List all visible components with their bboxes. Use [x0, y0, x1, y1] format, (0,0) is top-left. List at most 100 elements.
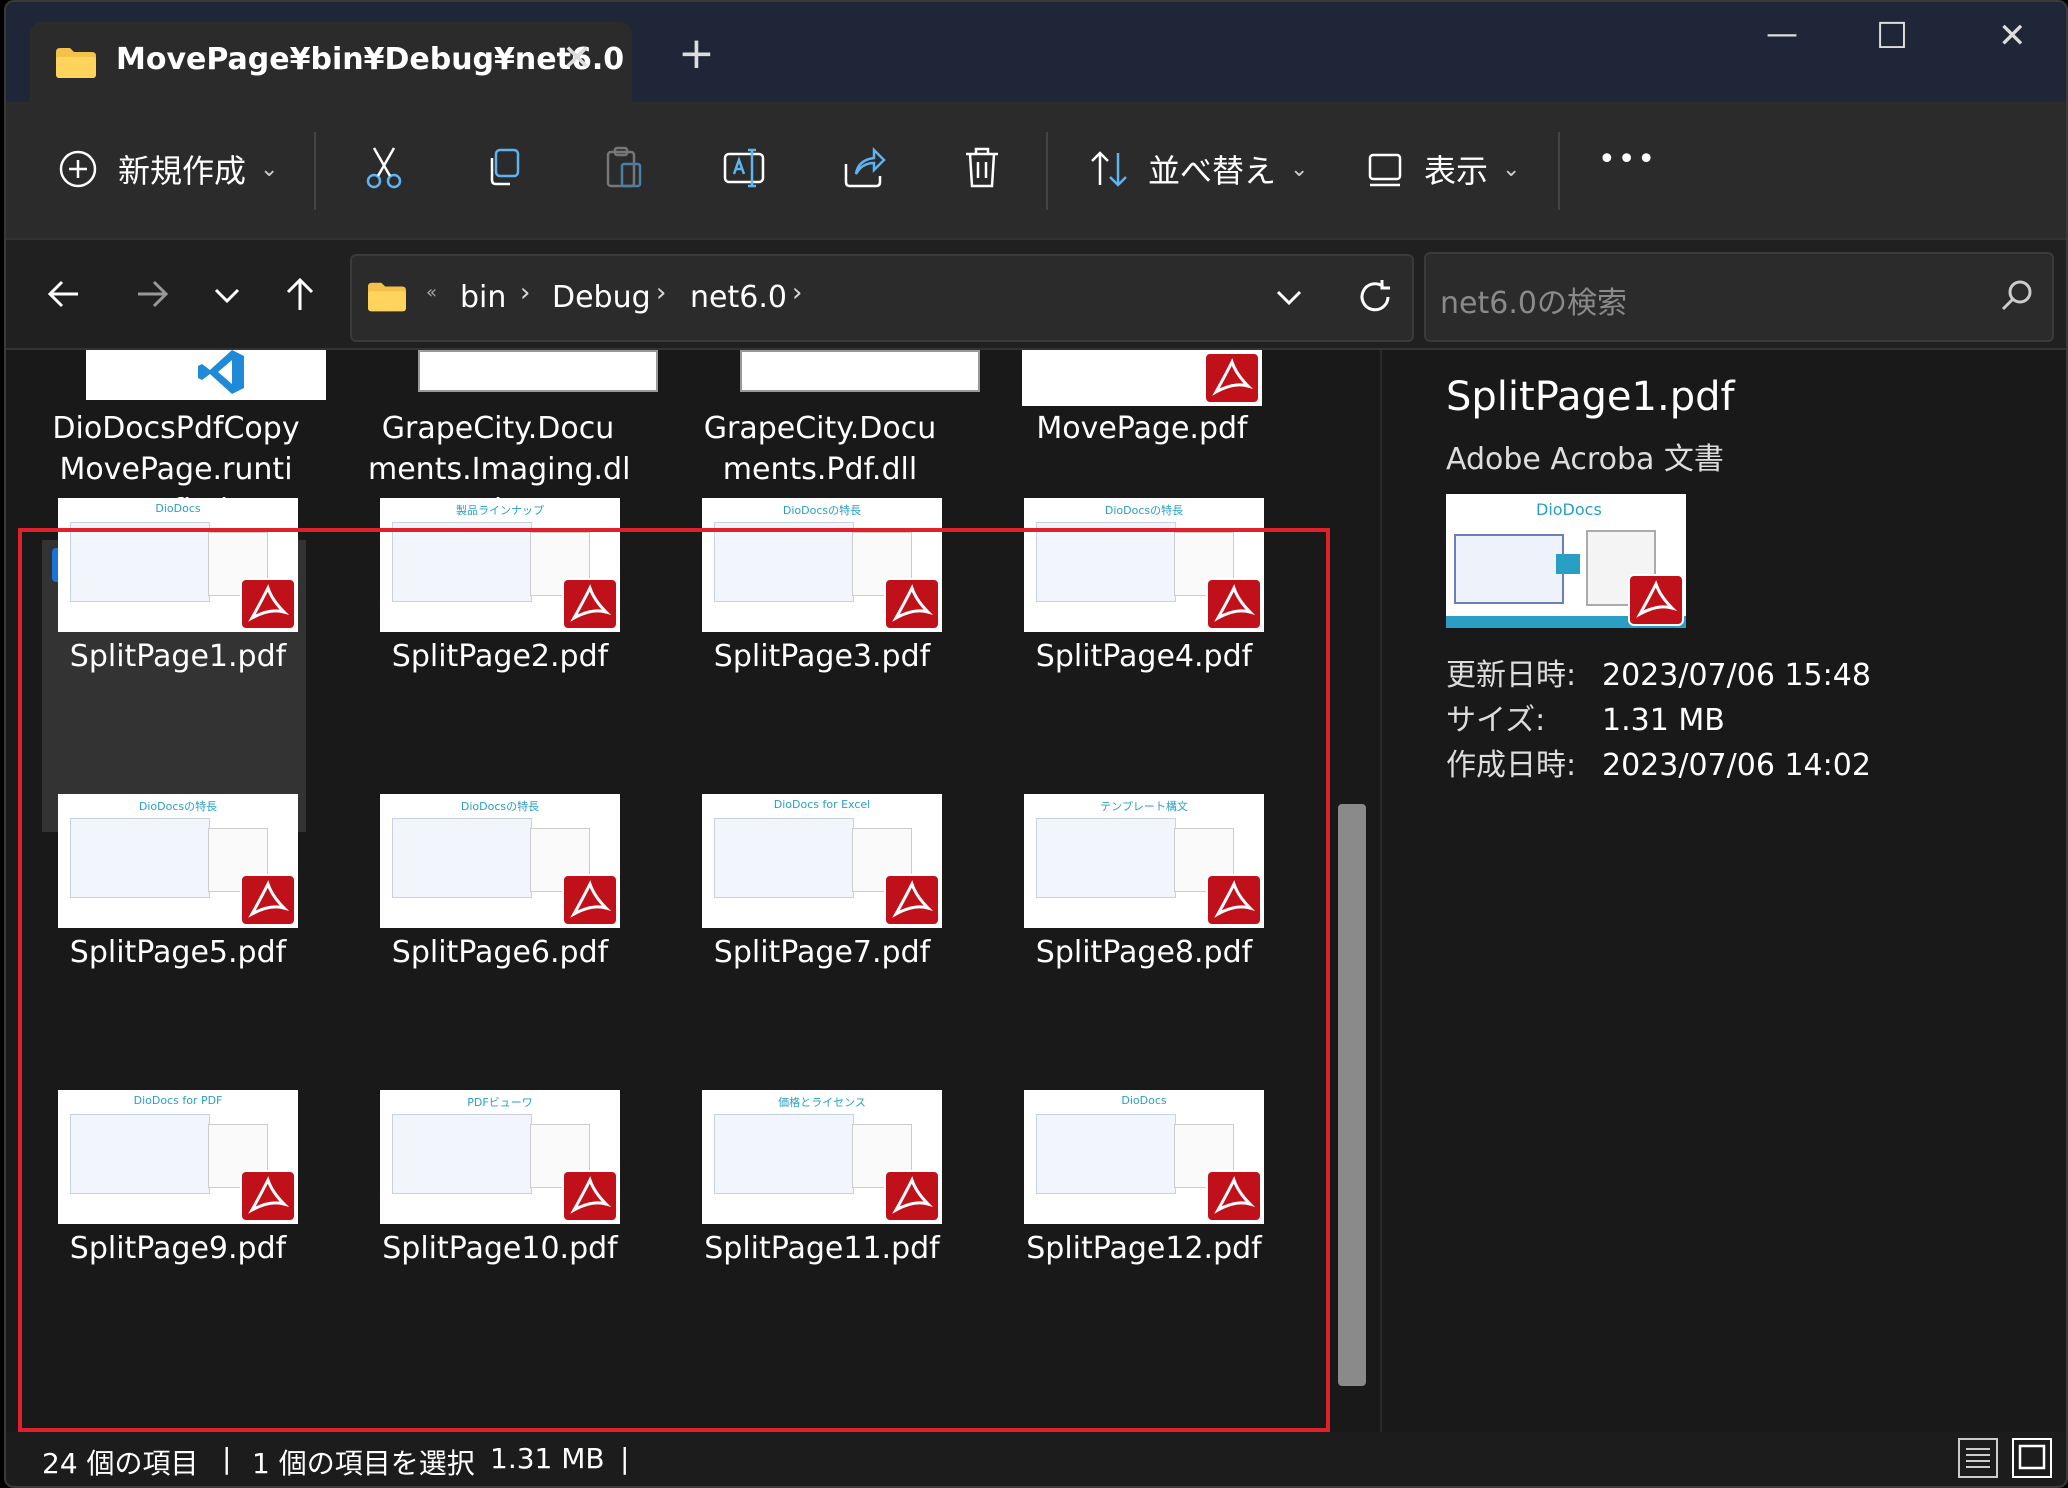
thumbnail-heading: 製品ラインナップ — [456, 504, 544, 517]
cut-icon — [366, 147, 402, 189]
file-name-line: MovePage.pdf — [1036, 411, 1248, 446]
file-name-line: GrapeCity.Docu — [381, 411, 615, 446]
item-count: 24 個の項目 — [42, 1447, 199, 1480]
view-button[interactable]: 表示 ⌄ — [1366, 146, 1520, 192]
close-tab-button[interactable]: ✕ — [562, 38, 592, 79]
dll-file-thumbnail[interactable] — [740, 350, 980, 392]
highlight-rectangle — [18, 528, 1330, 1432]
thumbnail-heading: DioDocsの特長 — [1104, 504, 1184, 517]
file-name-line: MovePage.runti — [59, 452, 293, 487]
sort-icon — [1091, 151, 1127, 187]
more-options-button[interactable]: ••• — [1598, 142, 1657, 177]
created-label: 作成日時: — [1446, 748, 1577, 783]
vscode-icon — [198, 350, 244, 394]
scrollbar-thumb[interactable] — [1338, 804, 1366, 1386]
view-icon — [1368, 153, 1402, 187]
breadcrumb-net60[interactable]: net6.0 — [690, 280, 787, 315]
search-icon[interactable] — [2000, 278, 2036, 314]
toolbar-divider — [1046, 132, 1048, 210]
details-file-type: Adobe Acroba 文書 — [1446, 442, 1724, 477]
details-size: サイズ: 1.31 MB — [1446, 695, 1725, 739]
large-icons-view-button[interactable] — [2012, 1438, 2052, 1478]
navigation-bar: « bin › Debug › net6.0 › net6.0の検索 — [6, 238, 2066, 350]
up-icon[interactable] — [280, 274, 320, 314]
maximize-button[interactable]: ☐ — [1876, 16, 1908, 57]
title-bar: MovePage¥bin¥Debug¥net6.0 ✕ + — ☐ ✕ — [6, 2, 2066, 102]
details-created: 作成日時: 2023/07/06 14:02 — [1446, 740, 1871, 784]
search-input[interactable]: net6.0の検索 — [1440, 278, 1627, 322]
plus-circle-icon — [59, 150, 97, 188]
recent-locations-chevron-icon[interactable] — [212, 274, 242, 314]
copy-icon — [490, 148, 520, 186]
tab-current-folder[interactable]: MovePage¥bin¥Debug¥net6.0 ✕ — [30, 22, 632, 102]
toolbar-divider — [314, 132, 316, 210]
file-name-line: GrapeCity.Docu — [703, 411, 937, 446]
size-label: サイズ: — [1446, 703, 1546, 738]
sort-button[interactable]: 並べ替え ⌄ — [1088, 146, 1308, 192]
details-file-name: SplitPage1.pdf — [1446, 374, 1735, 420]
pdf-icon — [1204, 352, 1260, 404]
created-value: 2023/07/06 14:02 — [1602, 748, 1871, 783]
new-tab-button[interactable]: + — [678, 32, 715, 76]
forward-icon[interactable] — [132, 274, 172, 314]
breadcrumb-overflow[interactable]: « — [426, 282, 437, 303]
details-modified: 更新日時: 2023/07/06 15:48 — [1446, 650, 1871, 694]
json-file-thumbnail[interactable] — [86, 350, 326, 400]
chevron-down-icon: ⌄ — [1502, 156, 1521, 182]
details-pane: SplitPage1.pdf Adobe Acroba 文書 DioDocs 更… — [1380, 350, 2066, 1432]
paste-button[interactable] — [604, 146, 644, 190]
details-thumbnail: DioDocs — [1446, 494, 1686, 628]
minimize-button[interactable]: — — [1766, 14, 1798, 52]
thumbnail-logo-text: DioDocs — [1536, 500, 1602, 519]
breadcrumb-separator[interactable]: › — [656, 278, 666, 308]
file-item-pdf-dll[interactable]: GrapeCity.Docu ments.Pdf.dll — [690, 408, 950, 490]
cut-button[interactable] — [364, 146, 404, 190]
file-item-movepage-pdf[interactable]: MovePage.pdf — [1012, 408, 1272, 449]
paste-icon — [606, 146, 642, 188]
size-value: 1.31 MB — [1602, 703, 1725, 738]
toolbar-divider — [1558, 132, 1560, 210]
chevron-down-icon: ⌄ — [260, 156, 279, 182]
refresh-icon[interactable] — [1356, 278, 1394, 316]
sort-label: 並べ替え — [1148, 152, 1277, 190]
new-label: 新規作成 — [118, 152, 247, 190]
view-label: 表示 — [1424, 152, 1489, 190]
new-button[interactable]: 新規作成 ⌄ — [58, 146, 278, 192]
breadcrumb-separator[interactable]: › — [792, 278, 802, 308]
rename-button[interactable] — [722, 146, 766, 190]
copy-button[interactable] — [484, 146, 524, 190]
chevron-down-icon: ⌄ — [1290, 156, 1309, 182]
back-icon[interactable] — [44, 274, 84, 314]
file-name-line: ments.Imaging.dl — [368, 452, 631, 487]
address-dropdown-chevron-icon[interactable] — [1274, 286, 1304, 310]
thumbnail-heading: DioDocs — [155, 502, 201, 515]
rename-icon — [723, 148, 765, 188]
search-box[interactable]: net6.0の検索 — [1424, 252, 2054, 342]
share-button[interactable] — [842, 146, 886, 190]
pdf-file-thumbnail[interactable] — [1022, 350, 1262, 406]
folder-icon — [56, 48, 96, 78]
address-bar[interactable]: « bin › Debug › net6.0 › — [350, 254, 1414, 342]
delete-icon — [966, 147, 998, 188]
delete-button[interactable] — [962, 146, 1002, 190]
breadcrumb-separator[interactable]: › — [520, 278, 530, 308]
breadcrumb-bin[interactable]: bin — [460, 280, 506, 315]
status-divider: | — [620, 1442, 630, 1475]
share-icon — [844, 146, 886, 188]
file-list: DioDocsPdfCopy MovePage.runti meconfig.j… — [6, 350, 1380, 1432]
dll-file-thumbnail[interactable] — [418, 350, 658, 392]
breadcrumb-debug[interactable]: Debug — [552, 280, 651, 315]
file-name-line: DioDocsPdfCopy — [52, 411, 300, 446]
close-window-button[interactable]: ✕ — [1998, 16, 2027, 56]
selection-size: 1.31 MB — [490, 1442, 605, 1475]
command-bar: 新規作成 ⌄ 並べ替え ⌄ 表示 ⌄ ••• — [6, 102, 2066, 238]
folder-icon — [368, 282, 406, 312]
large-icons-view-icon — [2018, 1444, 2046, 1470]
details-view-button[interactable] — [1958, 1438, 1998, 1478]
modified-value: 2023/07/06 15:48 — [1602, 658, 1871, 693]
modified-label: 更新日時: — [1446, 658, 1577, 693]
status-bar: 24 個の項目 | 1 個の項目を選択 1.31 MB | — [6, 1432, 2066, 1486]
pdf-icon — [1628, 574, 1684, 626]
file-explorer-window: MovePage¥bin¥Debug¥net6.0 ✕ + — ☐ ✕ 新規作成… — [4, 0, 2068, 1488]
details-view-icon — [1966, 1448, 1990, 1468]
